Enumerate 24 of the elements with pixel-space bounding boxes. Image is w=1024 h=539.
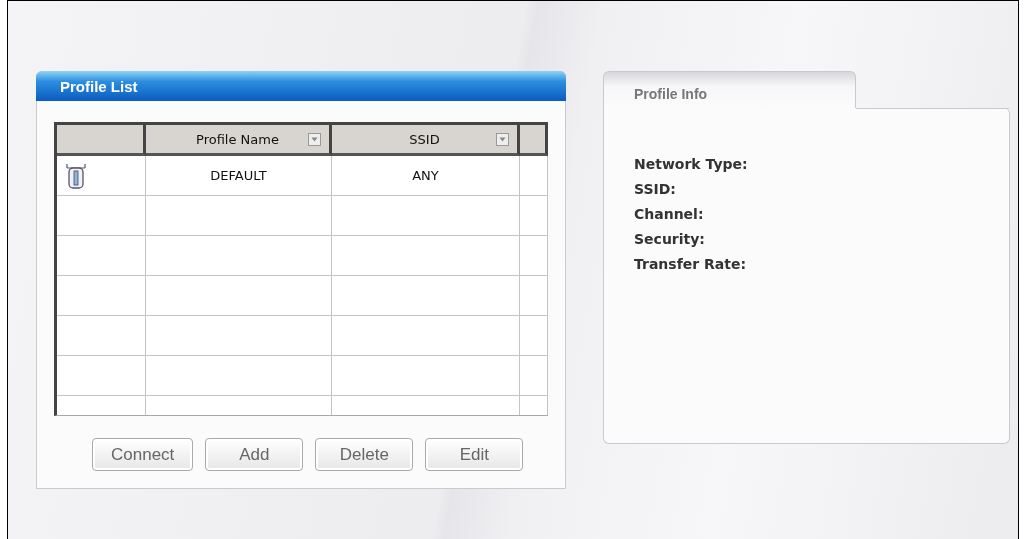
column-header[interactable]: SSID: [332, 125, 520, 156]
table-cell: [520, 276, 548, 316]
panel-title: Profile List: [60, 77, 138, 95]
dropdown-icon[interactable]: [496, 132, 509, 146]
column-header[interactable]: Profile Name: [146, 125, 332, 156]
action-button[interactable]: Connect: [92, 438, 194, 471]
table-cell: [520, 236, 548, 276]
field-label: Channel:: [634, 206, 705, 222]
table-cell: ANY: [332, 156, 520, 196]
action-button[interactable]: Add: [205, 438, 304, 471]
wireless-card-icon: [65, 162, 87, 189]
table-cell: [520, 356, 548, 396]
info-tab[interactable]: Profile Info: [603, 71, 856, 109]
table-cell: [520, 316, 548, 356]
field-label: Transfer Rate:: [634, 256, 748, 272]
table-cell: [520, 156, 548, 196]
table-cell: [520, 196, 548, 236]
field-label: Network Type:: [634, 156, 749, 172]
dropdown-icon[interactable]: [308, 132, 321, 146]
field-label: Security:: [634, 231, 706, 247]
table-cell: DEFAULT: [146, 156, 332, 196]
field-label: SSID:: [634, 181, 677, 197]
action-button[interactable]: Delete: [315, 438, 414, 471]
action-button[interactable]: Edit: [425, 438, 524, 471]
